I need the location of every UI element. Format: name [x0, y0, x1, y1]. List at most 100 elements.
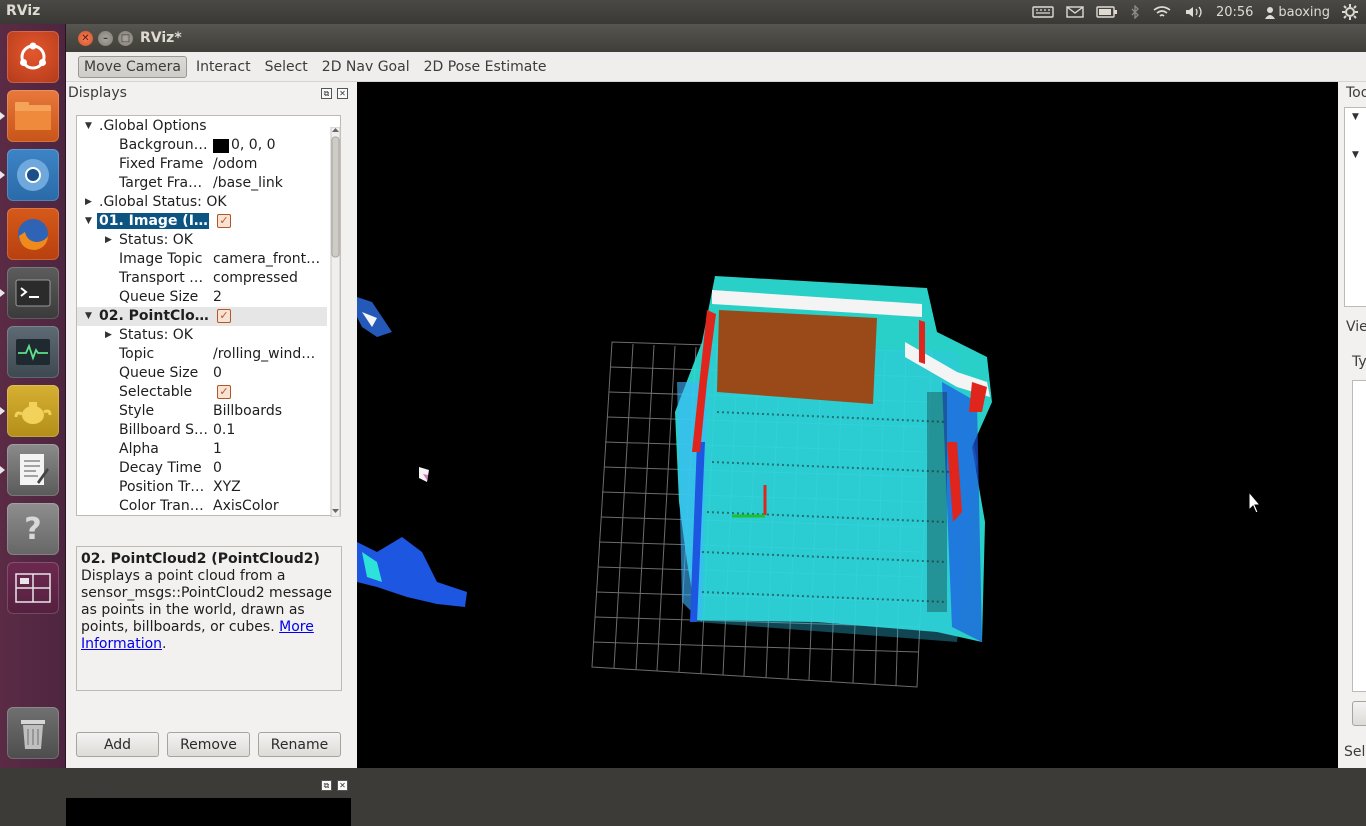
- description-trail: .: [162, 636, 167, 652]
- collapse-arrow-icon[interactable]: ▼: [85, 212, 95, 231]
- tool-move-camera[interactable]: Move Camera: [78, 55, 187, 78]
- launcher-pip: [0, 171, 5, 179]
- save-view-button[interactable]: [1352, 701, 1366, 726]
- property-name: Transport …: [119, 270, 204, 286]
- gear-icon[interactable]: [1342, 4, 1358, 20]
- expand-arrow-icon[interactable]: ▶: [85, 193, 95, 212]
- tool-2d-pose-estimate[interactable]: 2D Pose Estimate: [419, 57, 552, 77]
- add-button[interactable]: Add: [76, 732, 159, 757]
- collapse-arrow-icon[interactable]: ▼: [85, 307, 95, 326]
- expand-arrow-icon[interactable]: ▶: [105, 326, 115, 345]
- close-panel-button[interactable]: ✕: [337, 780, 348, 791]
- title-bar[interactable]: ✕ – □ RViz*: [66, 24, 1366, 52]
- maximize-window-button[interactable]: □: [118, 31, 133, 46]
- firefox-icon[interactable]: [7, 208, 59, 260]
- property-value[interactable]: 2: [213, 289, 222, 305]
- tree-row[interactable]: ▼ 02. PointClo… ✓: [77, 307, 327, 326]
- property-value[interactable]: 1: [213, 441, 222, 457]
- help-icon[interactable]: ?: [7, 503, 59, 555]
- teapot-icon[interactable]: [7, 385, 59, 437]
- clock[interactable]: 20:56: [1216, 5, 1253, 20]
- mail-icon[interactable]: [1066, 6, 1084, 18]
- tree-row[interactable]: Billboard S… 0.1: [77, 421, 327, 440]
- tree-row[interactable]: Selectable ✓: [77, 383, 327, 402]
- tree-row[interactable]: Target Fra… /base_link: [77, 174, 327, 193]
- enabled-checkbox[interactable]: ✓: [217, 385, 231, 399]
- system-monitor-icon[interactable]: [7, 326, 59, 378]
- property-value[interactable]: Billboards: [213, 403, 282, 419]
- property-value[interactable]: 0: [213, 365, 222, 381]
- property-name: Fixed Frame: [119, 156, 204, 172]
- tool-select[interactable]: Select: [260, 57, 313, 77]
- property-name: Queue Size: [119, 365, 199, 381]
- render-view[interactable]: [357, 82, 1338, 768]
- tree-row[interactable]: ▶ Status: OK: [77, 326, 327, 345]
- keyboard-icon[interactable]: [1032, 6, 1054, 18]
- color-swatch[interactable]: [213, 139, 229, 153]
- undock-button[interactable]: ⧉: [321, 780, 332, 791]
- files-icon[interactable]: [7, 90, 59, 142]
- property-value[interactable]: /rolling_wind…: [213, 346, 315, 362]
- tree-row[interactable]: Style Billboards: [77, 402, 327, 421]
- tree-row[interactable]: ▼ .Global Options: [77, 117, 327, 136]
- tree-row[interactable]: Decay Time 0: [77, 459, 327, 478]
- minimize-window-button[interactable]: –: [98, 31, 113, 46]
- launcher-pip: [0, 466, 5, 474]
- tree-row[interactable]: Color Tran… AxisColor: [77, 497, 327, 515]
- remove-button[interactable]: Remove: [167, 732, 250, 757]
- ubuntu-logo-icon[interactable]: [7, 31, 59, 83]
- close-panel-button[interactable]: ✕: [337, 88, 348, 99]
- user-menu[interactable]: baoxing: [1265, 5, 1330, 20]
- expand-arrow-icon[interactable]: ▼: [1352, 150, 1359, 160]
- collapse-arrow-icon[interactable]: ▼: [85, 117, 95, 136]
- chromium-icon[interactable]: [7, 149, 59, 201]
- property-name: Status: OK: [119, 327, 193, 343]
- tree-row[interactable]: Position Tr… XYZ: [77, 478, 327, 497]
- enabled-checkbox[interactable]: ✓: [217, 309, 231, 323]
- more-link[interactable]: More: [279, 619, 314, 635]
- bluetooth-icon[interactable]: [1130, 5, 1140, 19]
- point-cloud-main: [675, 276, 992, 642]
- workspace-switcher-icon[interactable]: [7, 562, 59, 614]
- property-value[interactable]: 0: [213, 460, 222, 476]
- rename-button[interactable]: Rename: [258, 732, 341, 757]
- close-window-button[interactable]: ✕: [78, 31, 93, 46]
- undock-button[interactable]: ⧉: [321, 88, 332, 99]
- property-value[interactable]: 0.1: [213, 422, 235, 438]
- wifi-icon[interactable]: [1152, 5, 1172, 19]
- tool-interact[interactable]: Interact: [191, 57, 256, 77]
- property-value[interactable]: AxisColor: [213, 498, 279, 514]
- tree-row[interactable]: Queue Size 2: [77, 288, 327, 307]
- property-value[interactable]: compressed: [213, 270, 298, 286]
- top-panel: RViz 20:56 baoxing: [0, 0, 1366, 24]
- tool-properties-tree: ▼ ▼: [1344, 107, 1366, 307]
- tool-2d-nav-goal[interactable]: 2D Nav Goal: [317, 57, 415, 77]
- tree-row[interactable]: Transport … compressed: [77, 269, 327, 288]
- tree-row[interactable]: Alpha 1: [77, 440, 327, 459]
- tree-row[interactable]: Image Topic camera_front…: [77, 250, 327, 269]
- tree-row[interactable]: ▶ Status: OK: [77, 231, 327, 250]
- terminal-icon[interactable]: [7, 267, 59, 319]
- property-value[interactable]: /base_link: [213, 175, 283, 191]
- text-editor-icon[interactable]: [7, 444, 59, 496]
- launcher: ?: [0, 24, 66, 768]
- property-value[interactable]: XYZ: [213, 479, 241, 495]
- tree-row[interactable]: ▶ .Global Status: OK: [77, 193, 327, 212]
- volume-icon[interactable]: [1184, 5, 1204, 19]
- tree-row[interactable]: Backgroun… 0, 0, 0: [77, 136, 327, 155]
- tree-row[interactable]: Queue Size 0: [77, 364, 327, 383]
- tree-row[interactable]: Topic/rolling_wind…: [77, 345, 327, 364]
- trash-icon[interactable]: [7, 707, 59, 759]
- tree-row[interactable]: ▼ 01. Image (I… ✓: [77, 212, 327, 231]
- tree-row[interactable]: Fixed Frame/odom: [77, 155, 327, 174]
- property-value[interactable]: /odom: [213, 156, 257, 172]
- property-value[interactable]: camera_front…: [213, 251, 320, 267]
- expand-arrow-icon[interactable]: ▼: [1352, 112, 1359, 122]
- enabled-checkbox[interactable]: ✓: [217, 214, 231, 228]
- expand-arrow-icon[interactable]: ▶: [105, 231, 115, 250]
- property-value[interactable]: 0, 0, 0: [231, 137, 276, 153]
- tree-scrollbar[interactable]: [330, 126, 341, 518]
- information-link[interactable]: Information: [81, 636, 162, 652]
- selection-title: Sel: [1344, 744, 1366, 760]
- battery-icon[interactable]: [1096, 6, 1118, 18]
